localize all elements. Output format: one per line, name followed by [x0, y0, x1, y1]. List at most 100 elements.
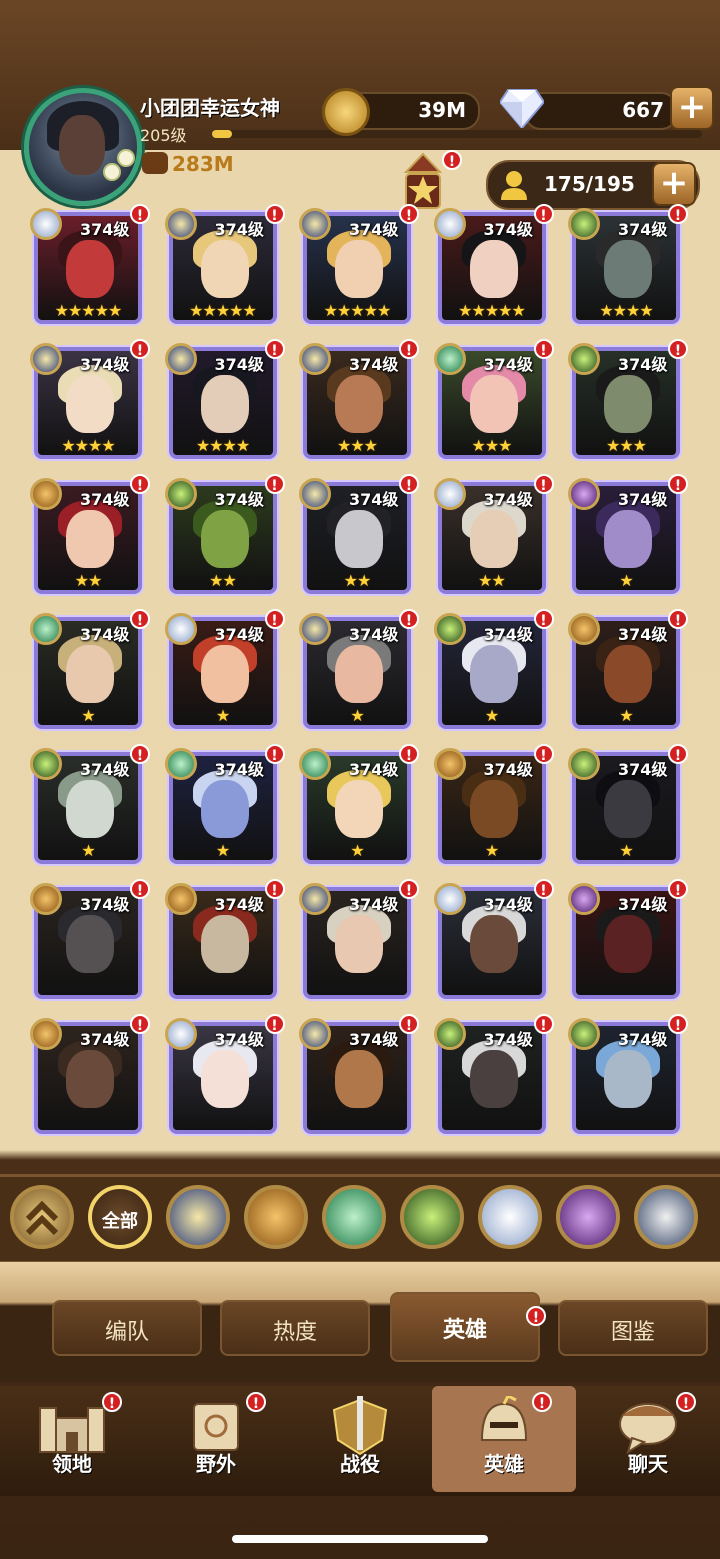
hero-level: 374级: [349, 1030, 399, 1049]
hero-card[interactable]: 374级 ★!: [566, 744, 688, 866]
sword-shield-icon: [332, 1396, 388, 1456]
filter-all-button[interactable]: 全部: [88, 1185, 152, 1249]
hero-card[interactable]: 374级 ★!: [566, 609, 688, 731]
hero-card[interactable]: 374级 ★!: [566, 474, 688, 596]
tab-heroes[interactable]: 英雄: [390, 1292, 540, 1362]
hero-card[interactable]: 374级 ★★★★★!: [432, 204, 554, 326]
wilds-notification-dot: !: [246, 1392, 266, 1412]
filter-wilder-icon[interactable]: [322, 1185, 386, 1249]
hero-card[interactable]: 374级 ★★!: [297, 474, 419, 596]
hero-card[interactable]: 374级!: [432, 1014, 554, 1136]
filter-collapse-button[interactable]: [10, 1185, 74, 1249]
faction-emblem-icon: [299, 883, 331, 915]
hero-level: 374级: [349, 220, 399, 239]
faction-emblem-icon: [30, 748, 62, 780]
hero-card[interactable]: 374级 ★★★★★!: [163, 204, 285, 326]
avatar-face: [59, 115, 105, 175]
hero-card[interactable]: 374级 ★★★★!: [163, 339, 285, 461]
hero-stars: ★★★★★: [54, 301, 123, 320]
buy-diamonds-plus-button[interactable]: +: [670, 86, 714, 130]
nav-heroes[interactable]: 英雄 !: [432, 1386, 576, 1492]
hero-card[interactable]: 374级 ★★!: [163, 474, 285, 596]
hero-card[interactable]: 374级 ★★★★!: [566, 204, 688, 326]
fist-icon: [142, 152, 168, 174]
chat-notification-dot: !: [676, 1392, 696, 1412]
filter-lightbearer-icon[interactable]: [166, 1185, 230, 1249]
nav-territory[interactable]: 领地 !: [0, 1386, 144, 1492]
hero-card[interactable]: 374级 ★!: [163, 744, 285, 866]
hero-card[interactable]: 374级!: [163, 879, 285, 1001]
hero-card[interactable]: 374级!: [297, 879, 419, 1001]
filter-dimensional-icon[interactable]: [634, 1185, 698, 1249]
filter-maulers-icon[interactable]: [400, 1185, 464, 1249]
hero-face: [200, 1050, 249, 1108]
hero-card[interactable]: 374级 ★★★!: [432, 339, 554, 461]
hero-stars: ★: [619, 841, 633, 860]
hero-stars: ★: [81, 841, 95, 860]
home-indicator[interactable]: [232, 1535, 488, 1543]
hero-notification-dot: !: [668, 474, 688, 494]
filter-hypogean-icon[interactable]: [556, 1185, 620, 1249]
hero-notification-dot: !: [533, 744, 554, 764]
hero-level: 374级: [80, 760, 130, 779]
faction-emblem-icon: [30, 613, 62, 645]
hero-notification-dot: !: [130, 744, 150, 764]
nav-campaign[interactable]: 战役: [288, 1386, 432, 1492]
faction-emblem-icon: [433, 1018, 466, 1050]
hero-stars: ★: [215, 841, 230, 860]
faction-emblem-icon: [164, 883, 197, 915]
tab-formation[interactable]: 编队: [52, 1300, 202, 1356]
hero-card[interactable]: 374级!: [28, 1014, 150, 1136]
hero-card[interactable]: 374级 ★!: [28, 609, 150, 731]
diamond-counter[interactable]: 667: [524, 92, 678, 130]
filter-celestial-icon[interactable]: [478, 1185, 542, 1249]
hero-card[interactable]: 374级 ★★★★★!: [297, 204, 419, 326]
hero-card[interactable]: 374级 ★!: [432, 744, 554, 866]
hero-face: [66, 780, 114, 838]
faction-emblem-icon: [568, 613, 600, 645]
hero-card[interactable]: 374级 ★!: [28, 744, 150, 866]
hero-card[interactable]: 374级 ★!: [432, 609, 554, 731]
hero-card[interactable]: 374级!: [297, 1014, 419, 1136]
hero-card[interactable]: 374级 ★★★★!: [28, 339, 150, 461]
bottom-nav: 领地 ! 野外 ! 战役 英雄 ! 聊天 !: [0, 1386, 720, 1496]
faction-emblem-icon: [433, 613, 466, 645]
filter-graveborn-icon[interactable]: [244, 1185, 308, 1249]
hero-notification-dot: !: [264, 204, 285, 224]
hero-card[interactable]: 374级 ★★!: [28, 474, 150, 596]
tab-popularity[interactable]: 热度: [220, 1300, 370, 1356]
hero-card[interactable]: 374级!: [566, 1014, 688, 1136]
hero-card[interactable]: 374级!: [566, 879, 688, 1001]
hero-card[interactable]: 374级 ★!: [163, 609, 285, 731]
faction-emblem-icon: [433, 748, 466, 780]
nav-wilds[interactable]: 野外 !: [144, 1386, 288, 1492]
hero-card[interactable]: 374级 ★★!: [432, 474, 554, 596]
hero-card[interactable]: 374级!: [28, 879, 150, 1001]
hero-notification-dot: !: [264, 609, 285, 629]
flower-icon: [117, 149, 135, 167]
sub-tab-bar: 编队 热度 英雄 ! 图鉴: [0, 1262, 720, 1382]
hero-card[interactable]: 374级 ★★★★★!: [28, 204, 150, 326]
nav-label: 领地: [52, 1452, 92, 1476]
hero-face: [469, 1050, 518, 1108]
combat-power: 283M: [142, 152, 234, 176]
faction-emblem-icon: [568, 478, 600, 510]
hero-notification-dot: !: [399, 744, 419, 764]
player-avatar[interactable]: [24, 88, 142, 206]
nav-chat[interactable]: 聊天 !: [576, 1386, 720, 1492]
hero-card[interactable]: 374级 ★!: [297, 744, 419, 866]
hero-notification-dot: !: [399, 879, 419, 899]
hero-level: 374级: [80, 625, 130, 644]
expand-capacity-plus-button[interactable]: +: [652, 162, 696, 206]
hero-face: [66, 510, 114, 568]
tab-codex[interactable]: 图鉴: [558, 1300, 708, 1356]
hero-card[interactable]: 374级 ★★★!: [566, 339, 688, 461]
hero-stars: ★★: [343, 571, 372, 590]
hero-card[interactable]: 374级!: [163, 1014, 285, 1136]
hero-card[interactable]: 374级 ★★★!: [297, 339, 419, 461]
hero-card[interactable]: 374级 ★!: [297, 609, 419, 731]
hero-face: [469, 915, 518, 973]
hero-card[interactable]: 374级!: [432, 879, 554, 1001]
hero-level: 374级: [80, 895, 130, 914]
hero-level: 374级: [618, 895, 668, 914]
